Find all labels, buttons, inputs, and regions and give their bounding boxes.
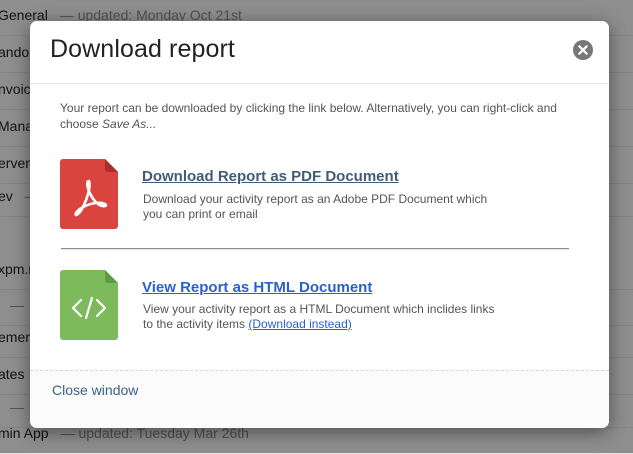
close-window-link[interactable]: Close window <box>52 382 138 398</box>
divider <box>61 248 569 250</box>
download-html-link[interactable]: (Download instead) <box>248 317 351 331</box>
intro-text: Your report can be downloaded by clickin… <box>60 100 580 132</box>
close-icon[interactable] <box>573 40 593 60</box>
view-html-link[interactable]: View Report as HTML Document <box>142 279 372 296</box>
modal-header: Download report <box>30 21 609 84</box>
pdf-description: Download your activity report as an Adob… <box>143 192 488 221</box>
html-file-icon[interactable] <box>60 270 118 340</box>
modal-footer <box>30 371 609 428</box>
pdf-file-icon[interactable] <box>60 159 118 229</box>
download-report-modal: Download report Your report can be downl… <box>30 21 609 428</box>
footer-divider <box>30 370 609 371</box>
modal-title: Download report <box>50 35 235 63</box>
html-description: View your activity report as a HTML Docu… <box>143 302 503 332</box>
intro-emphasis: Save As... <box>102 117 157 131</box>
download-pdf-link[interactable]: Download Report as PDF Document <box>142 168 399 185</box>
